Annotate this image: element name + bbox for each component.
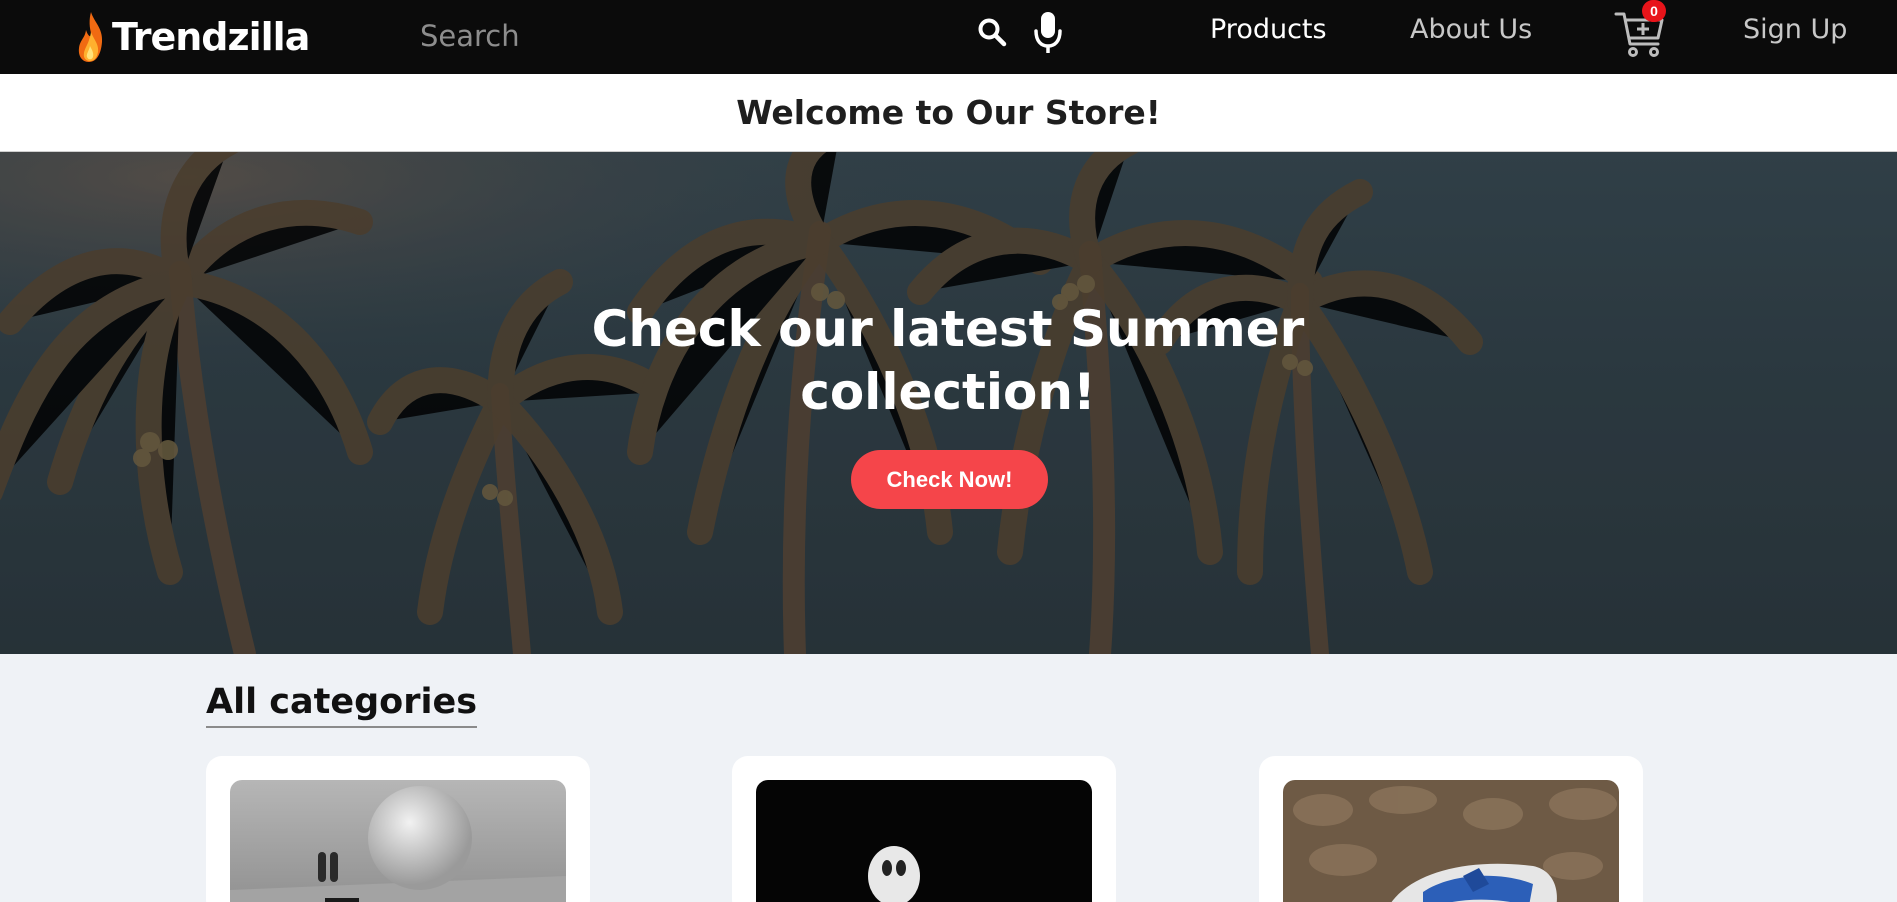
category-image	[1283, 780, 1619, 902]
hero-title: Check our latest Summer collection!	[591, 300, 1305, 421]
category-image	[230, 780, 566, 902]
search-icon	[978, 18, 1007, 47]
voice-search-button[interactable]	[1030, 8, 1066, 58]
search-input[interactable]	[420, 10, 960, 62]
category-card[interactable]	[1259, 756, 1643, 902]
category-photo	[230, 780, 566, 902]
welcome-banner: Welcome to Our Store!	[0, 74, 1897, 152]
categories-heading: All categories	[206, 682, 478, 728]
nav-about-link[interactable]: About Us	[1410, 14, 1532, 45]
category-photo	[756, 780, 1092, 902]
microphone-icon	[1034, 12, 1062, 53]
brand-logo[interactable]: Trendzilla	[76, 4, 310, 70]
category-card[interactable]	[732, 756, 1116, 902]
flame-icon	[78, 12, 103, 62]
category-photo	[1283, 780, 1619, 902]
hero-banner: Check our latest Summer collection! Chec…	[0, 152, 1897, 654]
navbar: Trendzilla Products About Us 0 Sign Up	[0, 0, 1897, 74]
search-button[interactable]	[974, 14, 1010, 50]
category-image	[756, 780, 1092, 902]
cart-count-badge: 0	[1642, 0, 1666, 22]
brand-name: Trendzilla	[112, 15, 310, 59]
welcome-title: Welcome to Our Store!	[736, 93, 1161, 132]
nav-products-link[interactable]: Products	[1210, 14, 1327, 45]
check-now-button[interactable]: Check Now!	[851, 450, 1048, 509]
nav-signup-link[interactable]: Sign Up	[1743, 14, 1847, 45]
category-card[interactable]	[206, 756, 590, 902]
